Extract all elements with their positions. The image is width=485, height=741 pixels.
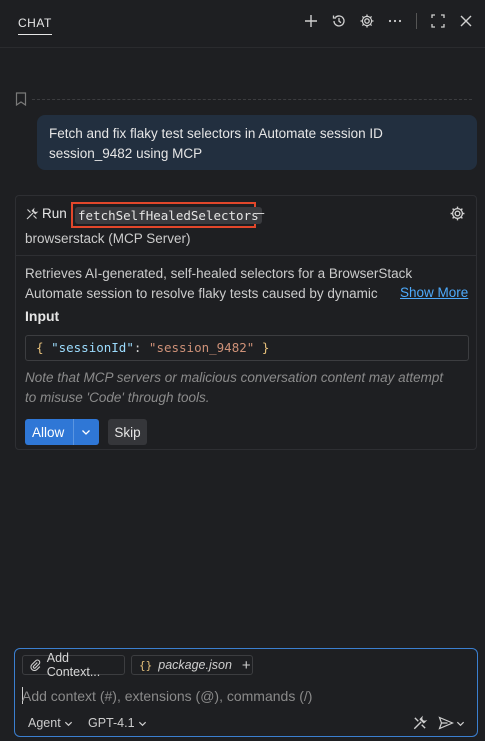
tool-card-header: Run fetchSelfHealedSelectors – browserst…	[16, 196, 476, 256]
mode-label: Agent	[28, 716, 61, 730]
send-icon	[438, 716, 454, 730]
header-actions	[302, 12, 475, 30]
maximize-icon[interactable]	[429, 12, 447, 30]
tool-name: fetchSelfHealedSelectors	[75, 207, 262, 224]
tool-description-line: Retrieves AI-generated, self-healed sele…	[25, 266, 413, 281]
show-more-link[interactable]: Show More	[400, 285, 468, 300]
bookmark-icon[interactable]	[15, 92, 27, 106]
close-icon[interactable]	[457, 12, 475, 30]
header-divider	[416, 13, 417, 29]
tool-name-highlight: fetchSelfHealedSelectors	[71, 202, 262, 228]
model-label: GPT-4.1	[88, 716, 135, 730]
json-colon: :	[133, 340, 142, 355]
chevron-down-icon[interactable]	[456, 719, 465, 728]
add-context-label: Add Context...	[46, 651, 101, 679]
plus-icon[interactable]: +	[242, 657, 251, 674]
user-message-line: session_9482 using MCP	[49, 146, 203, 161]
json-key: "sessionId"	[51, 340, 134, 355]
send-button[interactable]	[438, 715, 468, 731]
file-context-chip[interactable]: {} package.json +	[131, 655, 253, 675]
chevron-down-icon	[64, 721, 72, 726]
input-heading: Input	[25, 308, 60, 324]
tool-input-json[interactable]: { "sessionId": "session_9482" }	[25, 335, 469, 361]
chevron-down-icon	[138, 721, 146, 726]
file-chip-name: package.json	[158, 658, 232, 672]
gear-icon[interactable]	[358, 12, 376, 30]
tool-settings-gear-icon[interactable]	[449, 205, 466, 222]
tool-confirmation-card: Run fetchSelfHealedSelectors – browserst…	[15, 195, 477, 450]
history-icon[interactable]	[330, 12, 348, 30]
message-divider	[32, 99, 472, 100]
more-icon[interactable]	[386, 12, 404, 30]
run-label: Run	[42, 206, 67, 221]
allow-button-label: Allow	[32, 424, 65, 440]
model-selector[interactable]: GPT-4.1	[88, 716, 147, 730]
chat-composer: Add Context... {} package.json + Agent G…	[14, 648, 478, 737]
chevron-down-icon[interactable]	[74, 427, 98, 437]
json-open-brace: {	[36, 340, 44, 355]
skip-button[interactable]: Skip	[108, 419, 147, 445]
json-value: "session_9482"	[148, 340, 255, 355]
security-note: Note that MCP servers or malicious conve…	[25, 368, 475, 408]
user-message-line: Fetch and fix flaky test selectors in Au…	[49, 126, 383, 141]
paperclip-icon	[30, 659, 41, 671]
chat-input[interactable]	[22, 685, 462, 707]
user-message: Fetch and fix flaky test selectors in Au…	[37, 115, 477, 170]
configure-tools-icon[interactable]	[412, 715, 428, 731]
mode-selector[interactable]: Agent	[28, 716, 73, 730]
tools-icon	[26, 207, 39, 220]
security-note-line: Note that MCP servers or malicious conve…	[25, 370, 444, 385]
tab-chat[interactable]: CHAT	[18, 16, 52, 35]
chat-header: CHAT	[0, 0, 485, 48]
tool-description-line: Automate session to resolve flaky tests …	[25, 286, 378, 301]
plus-icon[interactable]	[302, 12, 320, 30]
json-close-brace: }	[261, 340, 270, 355]
tool-dash: –	[257, 205, 265, 220]
json-file-icon: {}	[139, 658, 153, 672]
add-context-button[interactable]: Add Context...	[22, 651, 125, 679]
allow-button[interactable]: Allow	[25, 419, 99, 445]
mcp-server-label: browserstack (MCP Server)	[25, 231, 191, 246]
security-note-line: to misuse 'Code' through tools.	[25, 390, 210, 405]
